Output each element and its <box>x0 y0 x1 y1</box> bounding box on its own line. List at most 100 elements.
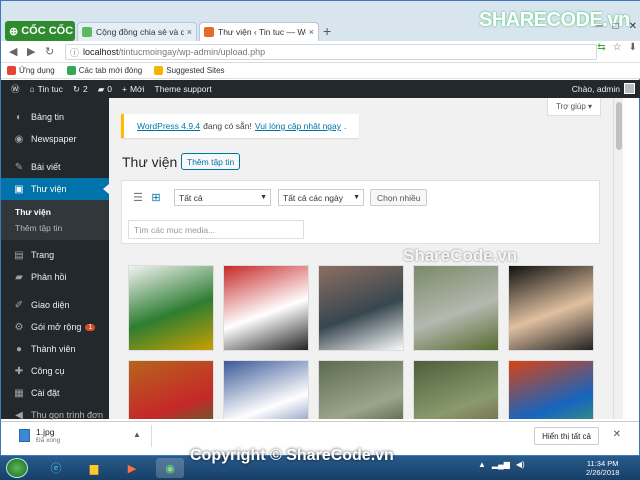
media-thumbnail[interactable] <box>223 360 309 419</box>
sidebar-item-tools[interactable]: ✚ Công cụ <box>1 360 109 382</box>
avatar <box>624 83 635 94</box>
new-content-link[interactable]: + Mới <box>122 84 145 94</box>
sidebar-item-comments[interactable]: ▰ Phản hồi <box>1 266 109 288</box>
image-file-icon <box>19 429 30 442</box>
refresh-icon: ↻ <box>72 83 80 94</box>
media-thumbnail[interactable] <box>508 265 594 351</box>
sharecode-favicon-icon <box>82 27 92 37</box>
sidebar-item-users[interactable]: ● Thành viên <box>1 338 109 360</box>
media-thumbnail[interactable] <box>128 360 214 419</box>
folder-icon[interactable]: ▆ <box>80 458 108 478</box>
plugin-update-badge: 1 <box>85 323 96 331</box>
bookmark-suggested[interactable]: Suggested Sites <box>154 66 225 75</box>
apps-icon <box>7 66 16 75</box>
wordpress-version-link[interactable]: WordPress 4.9.4 <box>137 121 200 131</box>
list-view-icon[interactable]: ☰ <box>132 192 144 204</box>
ie-icon[interactable]: ⓔ <box>42 458 70 478</box>
tab-media-library[interactable]: Thư viện ‹ Tin tuc — Word× <box>199 22 319 41</box>
maximize-icon[interactable]: □ <box>613 21 619 32</box>
close-icon[interactable]: ✕ <box>613 429 621 440</box>
reload-icon[interactable]: ↻ <box>45 45 54 58</box>
type-filter-select[interactable]: Tất cả ▼ <box>174 189 271 206</box>
sidebar-item-posts[interactable]: ✎ Bài viết <box>1 156 109 178</box>
bookmark-recent-tabs[interactable]: Các tab mới đóng <box>66 66 142 75</box>
network-icon[interactable]: ▂▄▆ <box>492 460 510 469</box>
theme-support-link[interactable]: Theme support <box>155 84 212 94</box>
volume-icon[interactable]: ◀) <box>516 460 525 469</box>
media-thumbnail[interactable] <box>128 265 214 351</box>
address-bar: ◀ ▶ ↻ ⓘ localhost/tintucmoingay/wp-admin/… <box>1 41 640 63</box>
site-link[interactable]: ⌂ Tin tuc <box>30 84 63 94</box>
media-thumbnail[interactable] <box>508 360 594 419</box>
recent-tabs-icon <box>66 66 76 75</box>
comments-link[interactable]: ▰ 0 <box>98 84 112 95</box>
sidebar-item-newspaper[interactable]: ◉ Newspaper <box>1 128 109 150</box>
minimize-icon[interactable]: ─ <box>595 21 602 32</box>
download-icon[interactable]: ⬇ <box>629 42 637 53</box>
tab-sharecode[interactable]: Cộng đồng chia sẻ và dow× <box>77 22 197 41</box>
browser-window: ⊕CỐC CỐC Cộng đồng chia sẻ và dow× Thư v… <box>0 0 640 456</box>
submenu-library[interactable]: Thư viện <box>1 204 109 220</box>
plugin-icon: ⚙ <box>14 321 24 333</box>
media-thumbnail[interactable] <box>223 265 309 351</box>
comment-icon: ▰ <box>97 83 105 94</box>
sidebar-item-media[interactable]: ▣ Thư viện <box>1 178 109 200</box>
media-thumbnail[interactable] <box>318 265 404 351</box>
chevron-down-icon: ▼ <box>353 194 360 201</box>
start-button[interactable] <box>6 458 28 478</box>
translate-icon[interactable]: ⇆ <box>597 42 605 53</box>
forward-icon[interactable]: ▶ <box>27 45 35 58</box>
add-new-button[interactable]: Thêm tập tin <box>181 153 241 170</box>
download-item[interactable]: 1.jpg Đã xong <box>19 427 60 444</box>
bookmark-apps[interactable]: Ứng dụng <box>7 66 55 75</box>
users-icon: ● <box>15 343 23 355</box>
url-field[interactable]: ⓘ localhost/tintucmoingay/wp-admin/upload… <box>65 44 597 60</box>
new-tab-button[interactable]: + <box>323 23 331 39</box>
update-now-link[interactable]: Vui lòng cập nhật ngay <box>255 121 341 131</box>
coccoc-taskbar-icon[interactable]: ◉ <box>156 458 184 478</box>
newspaper-icon: ◉ <box>14 133 24 145</box>
sidebar-item-dashboard[interactable]: ◐ Bảng tin <box>1 106 109 128</box>
admin-sidebar: ◐ Bảng tin ◉ Newspaper ✎ Bài viết ▣ Thư viện… <box>1 98 109 421</box>
scrollbar-thumb[interactable] <box>616 102 622 150</box>
tab-bar: ⊕CỐC CỐC Cộng đồng chia sẻ và dow× Thư v… <box>1 1 640 41</box>
browser-logo[interactable]: ⊕ CỐC CỐC <box>5 21 75 41</box>
sidebar-item-plugins[interactable]: ⚙ Gói mở rộng 1 <box>1 316 109 338</box>
media-thumbnail[interactable] <box>413 360 499 419</box>
back-icon[interactable]: ◀ <box>9 45 17 58</box>
submenu-add-new[interactable]: Thêm tập tin <box>1 220 109 236</box>
collapse-icon: ◀ <box>15 409 23 421</box>
grid-view-icon[interactable]: ⊞ <box>150 192 162 204</box>
sidebar-item-appearance[interactable]: ✐ Giao diện <box>1 294 109 316</box>
bulk-select-button[interactable]: Chọn nhiều <box>370 189 428 206</box>
arrow-up-icon[interactable]: ▲ <box>478 460 486 469</box>
page-scrollbar[interactable] <box>613 98 623 419</box>
media-thumbnail[interactable] <box>413 265 499 351</box>
close-window-icon[interactable]: ✕ <box>629 21 637 32</box>
chevron-up-icon[interactable]: ▲ <box>133 430 141 439</box>
show-all-downloads-button[interactable]: Hiển thị tất cả <box>534 427 599 445</box>
help-button[interactable]: Trợ giúp ▾ <box>547 98 601 116</box>
coccoc-icon: ⊕ <box>9 25 19 38</box>
main-content: Trợ giúp ▾ WordPress 4.9.4 đang có sẵn! Vu… <box>109 98 613 419</box>
media-search-input[interactable]: Tìm các mục media... <box>128 220 304 239</box>
star-icon[interactable]: ☆ <box>613 42 622 53</box>
clock[interactable]: 11:34 PM 2/26/2018 <box>586 459 619 477</box>
account-menu[interactable]: Chào, admin <box>572 83 635 94</box>
wordpress-logo-icon[interactable]: Ⓦ <box>11 83 20 95</box>
close-icon[interactable]: × <box>309 27 314 37</box>
close-icon[interactable]: × <box>187 27 192 37</box>
media-icon: ▣ <box>14 183 24 195</box>
date-filter-select[interactable]: Tất cả các ngày ▼ <box>278 189 364 206</box>
copyright-watermark: Copyright © ShareCode.vn <box>190 447 394 464</box>
media-player-icon[interactable]: ▶ <box>118 458 146 478</box>
updates-link[interactable]: ↻ 2 <box>73 84 88 95</box>
plus-icon: + <box>122 84 127 94</box>
chevron-down-icon: ▼ <box>260 194 267 201</box>
sidebar-item-pages[interactable]: ▤ Trang <box>1 244 109 266</box>
bookmarks-bar: Ứng dụng Các tab mới đóng Suggested Site… <box>1 63 640 79</box>
media-thumbnail[interactable] <box>318 360 404 419</box>
sidebar-item-settings[interactable]: ▦ Cài đặt <box>1 382 109 404</box>
download-bar: 1.jpg Đã xong ▲ Hiển thị tất cả ✕ <box>1 421 639 449</box>
pin-icon: ✎ <box>14 161 24 173</box>
